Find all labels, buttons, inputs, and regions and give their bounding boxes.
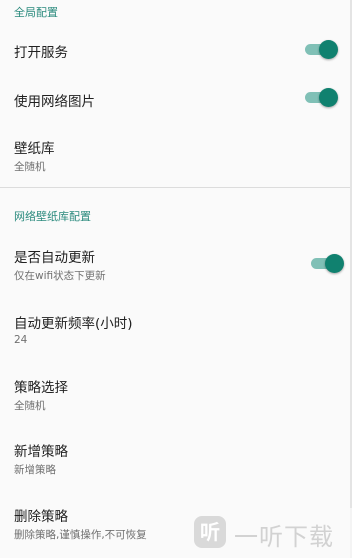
pref-title: 打开服务: [14, 45, 68, 61]
auto-update-switch[interactable]: [309, 253, 345, 273]
pref-title: 新增策略: [14, 444, 68, 460]
pref-summary: 24: [14, 334, 28, 346]
pref-use-network-images[interactable]: 使用网络图片: [0, 90, 340, 126]
section-header-global: 全局配置: [14, 6, 58, 19]
pref-title: 自动更新频率(小时): [14, 316, 133, 332]
switch-thumb: [319, 88, 338, 107]
pref-title: 使用网络图片: [14, 94, 95, 110]
pref-auto-update[interactable]: 是否自动更新 仅在wifi状态下更新: [0, 246, 340, 286]
watermark-text: 一听下载: [234, 523, 334, 551]
start-service-switch[interactable]: [303, 39, 339, 59]
pref-summary: 删除策略,谨慎操作,不可恢复: [14, 529, 147, 541]
pref-title: 删除策略: [14, 509, 68, 525]
switch-thumb: [319, 40, 338, 59]
pref-wallpaper-library[interactable]: 壁纸库 全随机: [0, 137, 340, 177]
pref-summary: 仅在wifi状态下更新: [14, 270, 106, 282]
switch-thumb: [325, 254, 344, 273]
pref-summary: 全随机: [14, 400, 46, 412]
use-network-images-switch[interactable]: [303, 87, 339, 107]
pref-title: 策略选择: [14, 380, 68, 396]
pref-summary: 新增策略: [14, 464, 56, 476]
pref-summary: 全随机: [14, 161, 46, 173]
section-divider: [0, 187, 350, 188]
watermark-logo-icon: 听: [194, 516, 226, 548]
watermark: 听 一听下载: [188, 508, 352, 558]
section-header-wallpaper: 网络壁纸库配置: [14, 210, 91, 223]
pref-title: 壁纸库: [14, 141, 55, 157]
pref-add-strategy[interactable]: 新增策略 新增策略: [0, 440, 340, 480]
pref-update-frequency[interactable]: 自动更新频率(小时) 24: [0, 312, 340, 352]
pref-title: 是否自动更新: [14, 250, 95, 266]
pref-strategy-select[interactable]: 策略选择 全随机: [0, 376, 340, 416]
pref-start-service[interactable]: 打开服务: [0, 41, 340, 77]
